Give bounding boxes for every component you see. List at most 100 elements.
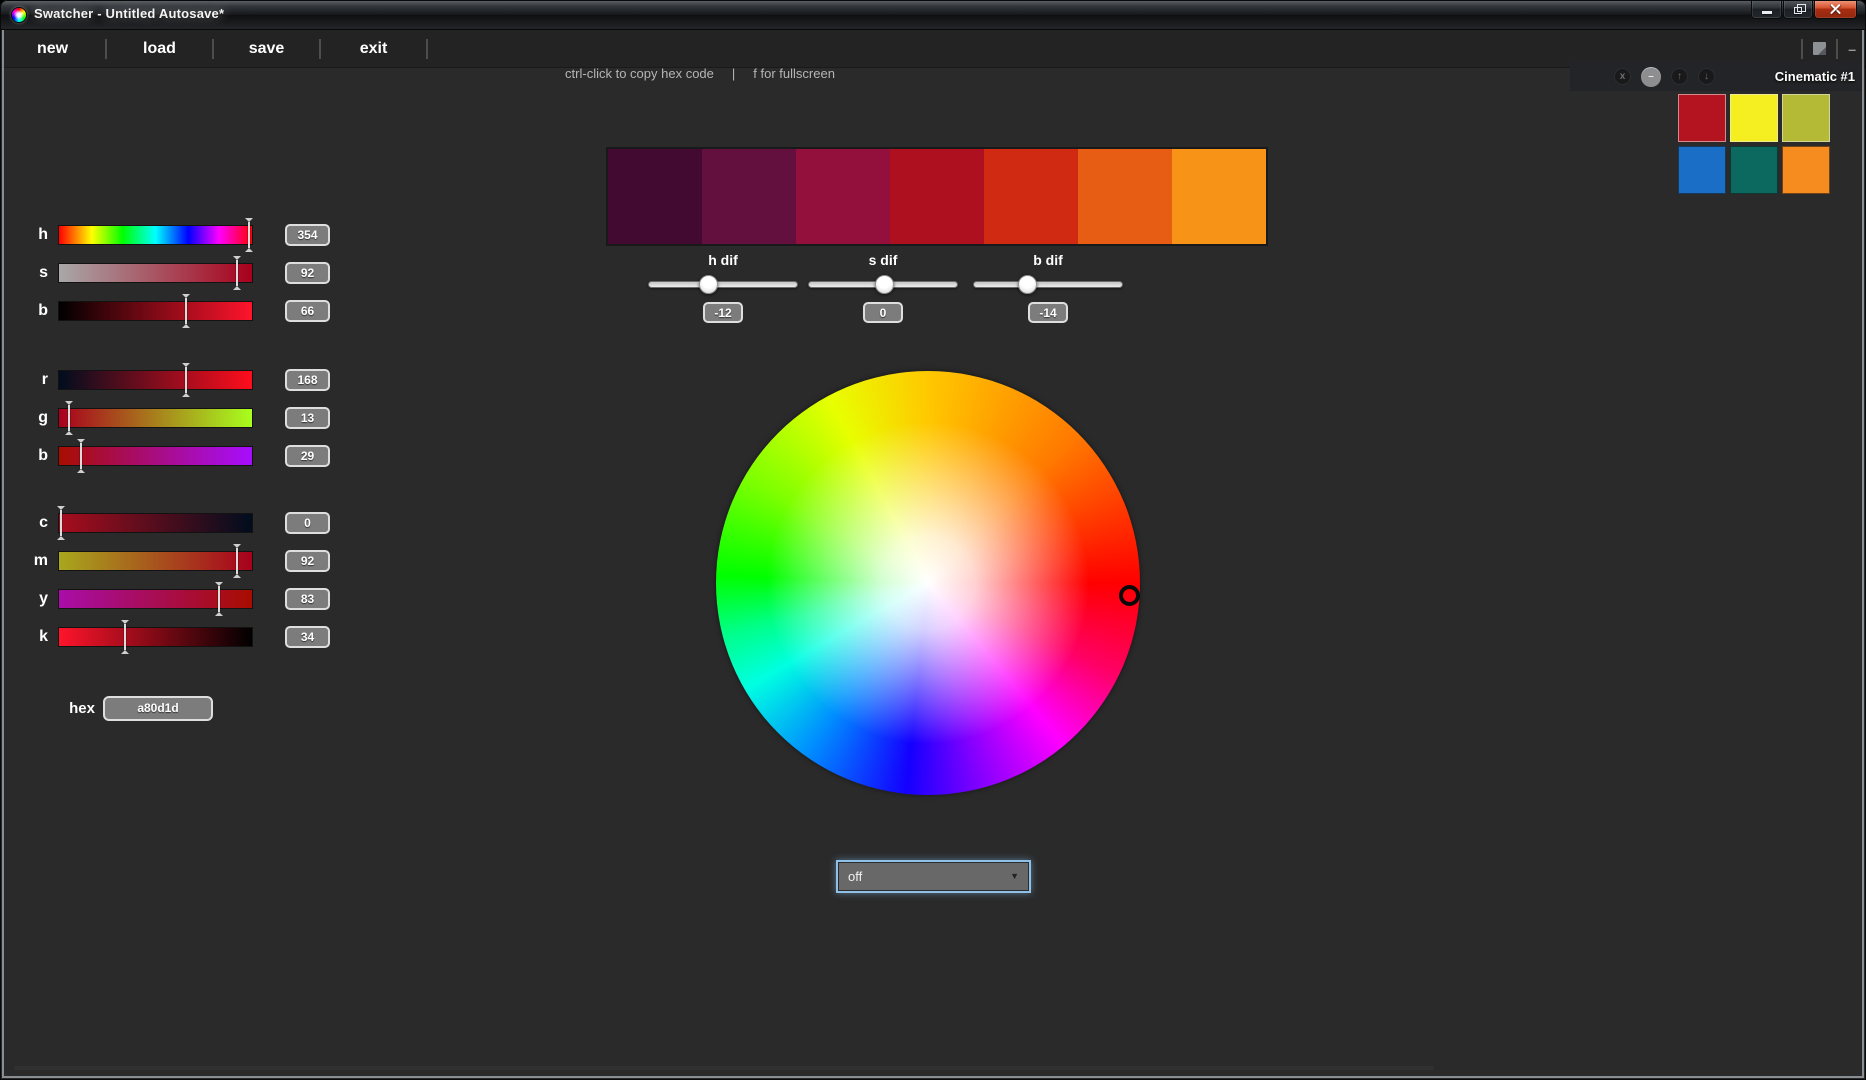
black-slider-handle[interactable] bbox=[124, 624, 126, 650]
menu-item-load[interactable]: load bbox=[107, 40, 212, 58]
black-value-box[interactable]: 34 bbox=[285, 626, 330, 648]
menu-item-exit[interactable]: exit bbox=[321, 40, 426, 58]
b-dif-label: b dif bbox=[973, 252, 1123, 268]
hex-value-box[interactable]: a80d1d bbox=[103, 696, 213, 721]
saturation-slider-handle[interactable] bbox=[236, 260, 238, 286]
horizontal-scrollbar[interactable] bbox=[14, 1066, 1434, 1070]
strip-swatch[interactable] bbox=[796, 149, 890, 244]
strip-swatch[interactable] bbox=[608, 149, 702, 244]
color-wheel-selector[interactable] bbox=[1119, 585, 1140, 606]
hex-row: hex a80d1d bbox=[0, 696, 213, 721]
menu-separator bbox=[426, 39, 428, 59]
yellow-slider-handle[interactable] bbox=[218, 586, 220, 612]
saturation-slider-track[interactable] bbox=[58, 263, 253, 283]
h-dif-value-box[interactable]: -12 bbox=[703, 302, 743, 323]
app-window: Swatcher - Untitled Autosave* new load s… bbox=[0, 0, 1866, 1080]
red-slider-handle[interactable] bbox=[185, 367, 187, 393]
palette-swatch-grid bbox=[1678, 94, 1830, 194]
palette-name[interactable]: Cinematic #1 bbox=[1775, 69, 1862, 84]
b-dif-control: b dif -14 bbox=[973, 252, 1123, 323]
palette-header: x – ↑ ↓ Cinematic #1 bbox=[1570, 62, 1862, 91]
green-label: g bbox=[0, 409, 58, 427]
menu-item-new[interactable]: new bbox=[0, 40, 105, 58]
h-dif-control: h dif -12 bbox=[648, 252, 798, 323]
magenta-label: m bbox=[0, 552, 58, 570]
brightness-value-box[interactable]: 66 bbox=[285, 300, 330, 322]
palette-swatch[interactable] bbox=[1730, 94, 1778, 142]
red-slider-track[interactable] bbox=[58, 370, 253, 390]
close-button[interactable] bbox=[1814, 0, 1857, 19]
cmyk-slider-group: c 0 m 92 y 83 k 34 bbox=[0, 512, 330, 664]
hsb-slider-group: h 354 s 92 b 66 bbox=[0, 224, 330, 338]
strip-swatch[interactable] bbox=[702, 149, 796, 244]
saturation-label: s bbox=[0, 264, 58, 282]
s-dif-slider-thumb[interactable] bbox=[875, 275, 894, 294]
rgb-slider-group: r 168 g 13 b 29 bbox=[0, 369, 330, 483]
cyan-slider-track[interactable] bbox=[58, 513, 253, 533]
s-dif-value-box[interactable]: 0 bbox=[863, 302, 903, 323]
blue-slider-handle[interactable] bbox=[80, 443, 82, 469]
palette-swatch[interactable] bbox=[1782, 146, 1830, 194]
panel-minimize-button[interactable]: – bbox=[1848, 41, 1856, 57]
h-dif-slider-track[interactable] bbox=[648, 281, 798, 288]
palette-move-up-button[interactable]: ↑ bbox=[1671, 68, 1688, 85]
blue-value-box[interactable]: 29 bbox=[285, 445, 330, 467]
strip-swatch[interactable] bbox=[1172, 149, 1266, 244]
s-dif-control: s dif 0 bbox=[808, 252, 958, 323]
magenta-value-box[interactable]: 92 bbox=[285, 550, 330, 572]
hint-divider: | bbox=[732, 66, 735, 81]
blue-slider-track[interactable] bbox=[58, 446, 253, 466]
b-dif-slider-thumb[interactable] bbox=[1018, 275, 1037, 294]
yellow-value-box[interactable]: 83 bbox=[285, 588, 330, 610]
hex-label: hex bbox=[0, 700, 103, 717]
menu-separator bbox=[1801, 39, 1803, 59]
yellow-slider-track[interactable] bbox=[58, 589, 253, 609]
b-dif-slider-track[interactable] bbox=[973, 281, 1123, 288]
palette-swatch[interactable] bbox=[1782, 94, 1830, 142]
menu-item-save[interactable]: save bbox=[214, 40, 319, 58]
mode-dropdown-value: off bbox=[848, 869, 862, 884]
note-icon[interactable] bbox=[1813, 42, 1826, 55]
magenta-slider-handle[interactable] bbox=[236, 548, 238, 574]
restore-button[interactable] bbox=[1783, 0, 1813, 19]
hint-left: ctrl-click to copy hex code bbox=[565, 66, 714, 81]
b-dif-value-box[interactable]: -14 bbox=[1028, 302, 1068, 323]
brightness-label: b bbox=[0, 302, 58, 320]
palette-collapse-button[interactable]: – bbox=[1641, 67, 1661, 87]
green-slider-handle[interactable] bbox=[68, 405, 70, 431]
h-dif-slider-thumb[interactable] bbox=[699, 275, 718, 294]
hue-slider-handle[interactable] bbox=[248, 222, 250, 248]
hue-label: h bbox=[0, 226, 58, 244]
cyan-label: c bbox=[0, 514, 58, 532]
saturation-value-box[interactable]: 92 bbox=[285, 262, 330, 284]
mode-dropdown[interactable]: off ▼ bbox=[838, 862, 1029, 891]
strip-swatch[interactable] bbox=[1078, 149, 1172, 244]
red-value-box[interactable]: 168 bbox=[285, 369, 330, 391]
cyan-value-box[interactable]: 0 bbox=[285, 512, 330, 534]
chevron-down-icon: ▼ bbox=[1010, 863, 1019, 890]
hint-text: ctrl-click to copy hex code|f for fullsc… bbox=[0, 66, 1400, 81]
cyan-slider-handle[interactable] bbox=[60, 510, 62, 536]
magenta-slider-track[interactable] bbox=[58, 551, 253, 571]
palette-move-down-button[interactable]: ↓ bbox=[1698, 68, 1715, 85]
black-slider-track[interactable] bbox=[58, 627, 253, 647]
hue-value-box[interactable]: 354 bbox=[285, 224, 330, 246]
brightness-slider-track[interactable] bbox=[58, 301, 253, 321]
green-slider-track[interactable] bbox=[58, 408, 253, 428]
green-value-box[interactable]: 13 bbox=[285, 407, 330, 429]
h-dif-label: h dif bbox=[648, 252, 798, 268]
palette-delete-button[interactable]: x bbox=[1614, 68, 1631, 85]
hue-slider-track[interactable] bbox=[58, 225, 253, 245]
strip-swatch[interactable] bbox=[984, 149, 1078, 244]
restore-icon bbox=[1794, 7, 1802, 14]
minimize-button[interactable] bbox=[1751, 0, 1782, 19]
palette-swatch[interactable] bbox=[1730, 146, 1778, 194]
palette-swatch[interactable] bbox=[1678, 146, 1726, 194]
palette-swatch[interactable] bbox=[1678, 94, 1726, 142]
menu-separator bbox=[1836, 39, 1838, 59]
brightness-slider-handle[interactable] bbox=[185, 298, 187, 324]
s-dif-slider-track[interactable] bbox=[808, 281, 958, 288]
strip-swatch[interactable] bbox=[890, 149, 984, 244]
title-bar[interactable]: Swatcher - Untitled Autosave* bbox=[0, 0, 1866, 30]
color-wheel[interactable] bbox=[716, 371, 1140, 795]
